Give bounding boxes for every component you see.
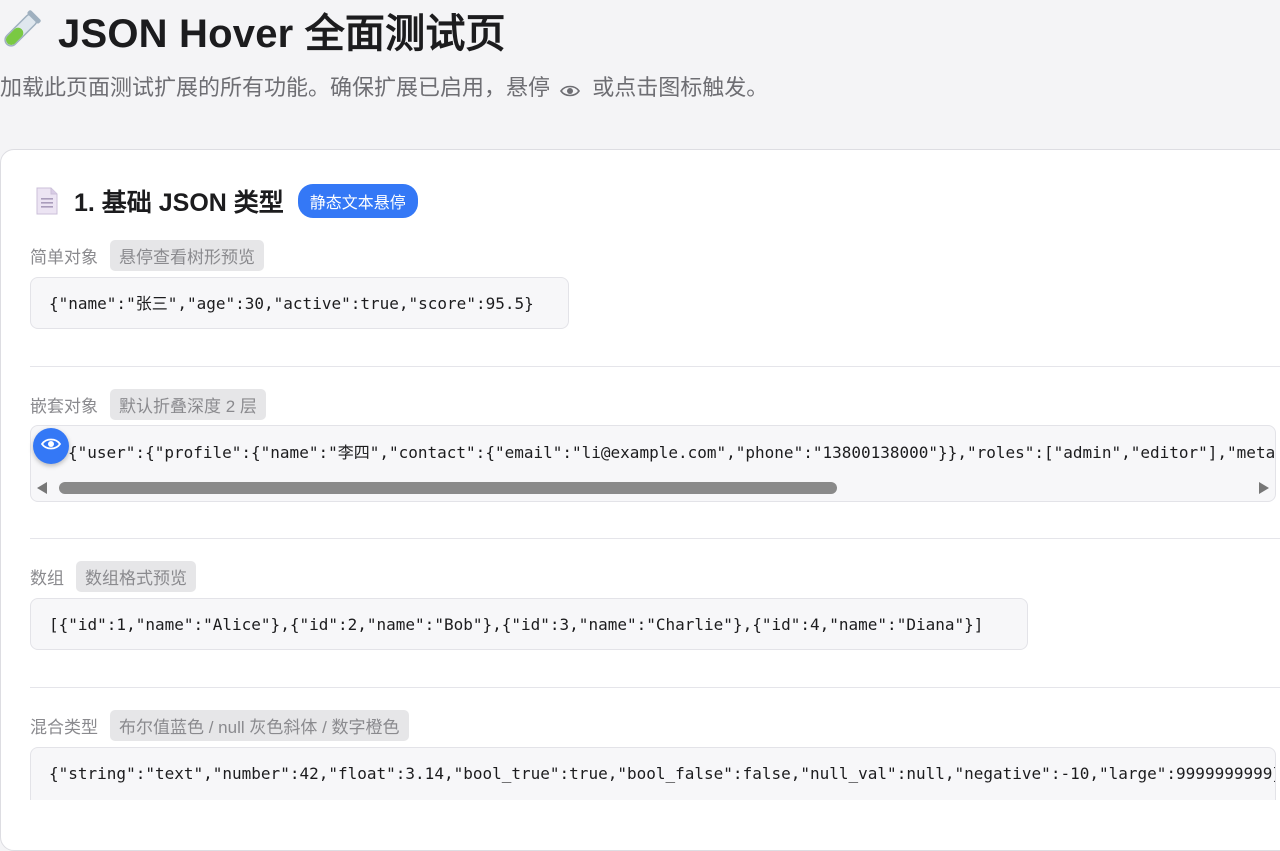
test-tube-icon	[0, 9, 42, 51]
example-tag: 默认折叠深度 2 层	[110, 388, 266, 420]
example-tag: 悬停查看树形预览	[110, 239, 264, 271]
eye-icon	[560, 78, 581, 104]
example-label-row: 嵌套对象 默认折叠深度 2 层	[30, 388, 266, 420]
subtitle-text-after: 或点击图标触发。	[592, 75, 769, 100]
example-tag: 布尔值蓝色 / null 灰色斜体 / 数字橙色	[110, 709, 409, 741]
section-header: 1. 基础 JSON 类型 静态文本悬停	[34, 184, 418, 218]
scroll-right-arrow-icon[interactable]	[1259, 482, 1269, 494]
json-code-block[interactable]: [{"id":1,"name":"Alice"},{"id":2,"name":…	[30, 598, 1028, 650]
document-icon	[34, 187, 60, 215]
json-code-text[interactable]: {"user":{"profile":{"name":"李四","contact…	[68, 428, 1275, 478]
json-code-block[interactable]: {"name":"张三","age":30,"active":true,"sco…	[30, 277, 569, 329]
scrollbar-thumb[interactable]	[59, 482, 837, 494]
scroll-left-arrow-icon[interactable]	[37, 482, 47, 494]
json-code-block[interactable]: {"string":"text","number":42,"float":3.1…	[30, 747, 1276, 800]
page-title: JSON Hover 全面测试页	[0, 4, 506, 56]
horizontal-scrollbar[interactable]	[31, 475, 1275, 501]
section-badge: 静态文本悬停	[297, 184, 418, 218]
divider	[30, 687, 1280, 688]
divider	[30, 366, 1280, 367]
example-label: 数组	[30, 568, 64, 588]
example-label: 嵌套对象	[30, 396, 98, 416]
json-code-scroll-block[interactable]: {"user":{"profile":{"name":"李四","contact…	[30, 425, 1276, 502]
example-label: 简单对象	[30, 247, 98, 267]
example-label-row: 简单对象 悬停查看树形预览	[30, 239, 264, 271]
example-label: 混合类型	[30, 717, 98, 737]
example-label-row: 数组 数组格式预览	[30, 560, 196, 592]
page-subtitle: 加载此页面测试扩展的所有功能。确保扩展已启用，悬停 或点击图标触发。	[0, 70, 768, 104]
json-hover-trigger-button[interactable]	[33, 428, 69, 464]
example-tag: 数组格式预览	[76, 560, 196, 592]
eye-icon	[40, 437, 62, 456]
subtitle-text-before: 加载此页面测试扩展的所有功能。确保扩展已启用，悬停	[0, 75, 551, 100]
page-title-text: JSON Hover 全面测试页	[58, 12, 506, 56]
divider	[30, 538, 1280, 539]
section-title: 1. 基础 JSON 类型	[74, 189, 284, 217]
example-label-row: 混合类型 布尔值蓝色 / null 灰色斜体 / 数字橙色	[30, 709, 409, 741]
